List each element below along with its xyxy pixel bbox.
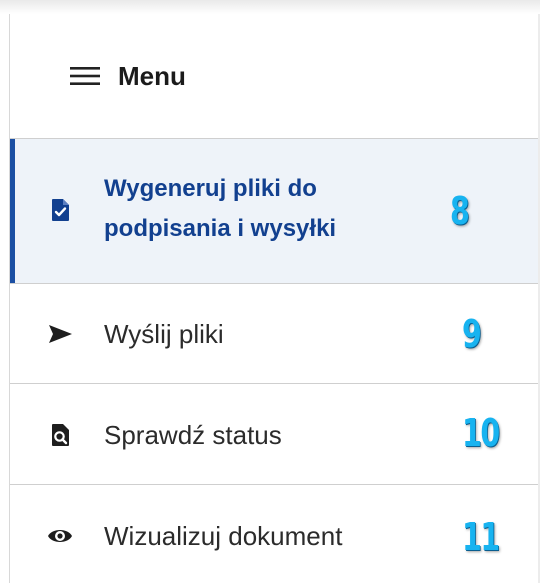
document-search-icon xyxy=(52,424,69,446)
file-check-icon xyxy=(52,199,69,221)
step-number-badge: 10 xyxy=(462,411,500,455)
menu-item-send-files[interactable]: Wyślij pliki 9 xyxy=(10,284,538,384)
top-shadow xyxy=(0,0,540,14)
menu-item-check-status[interactable]: Sprawdź status 10 xyxy=(10,384,538,485)
menu-item-label-line1: Wygeneruj pliki do xyxy=(104,175,317,202)
menu-item-visualize-document[interactable]: Wizualizuj dokument 11 xyxy=(10,485,538,583)
menu-item-generate-files[interactable]: Wygeneruj pliki do podpisania i wysyłki … xyxy=(10,139,538,284)
menu-item-label: Sprawdź status xyxy=(104,420,282,450)
menu-item-label: Wizualizuj dokument xyxy=(104,521,343,551)
menu-title: Menu xyxy=(118,61,186,91)
menu-item-label-line2: podpisania i wysyłki xyxy=(104,215,337,242)
eye-icon xyxy=(48,530,72,542)
hamburger-menu-icon[interactable] xyxy=(70,66,100,86)
step-number-badge: 11 xyxy=(462,515,500,559)
menu-header: Menu xyxy=(10,14,538,139)
menu-item-label: Wyślij pliki xyxy=(104,319,224,349)
send-icon xyxy=(49,325,72,343)
menu-panel: Menu Wygeneruj pliki do podpisania i wys… xyxy=(10,14,538,583)
step-number-badge: 8 xyxy=(450,189,470,233)
step-number-badge: 9 xyxy=(462,312,482,356)
